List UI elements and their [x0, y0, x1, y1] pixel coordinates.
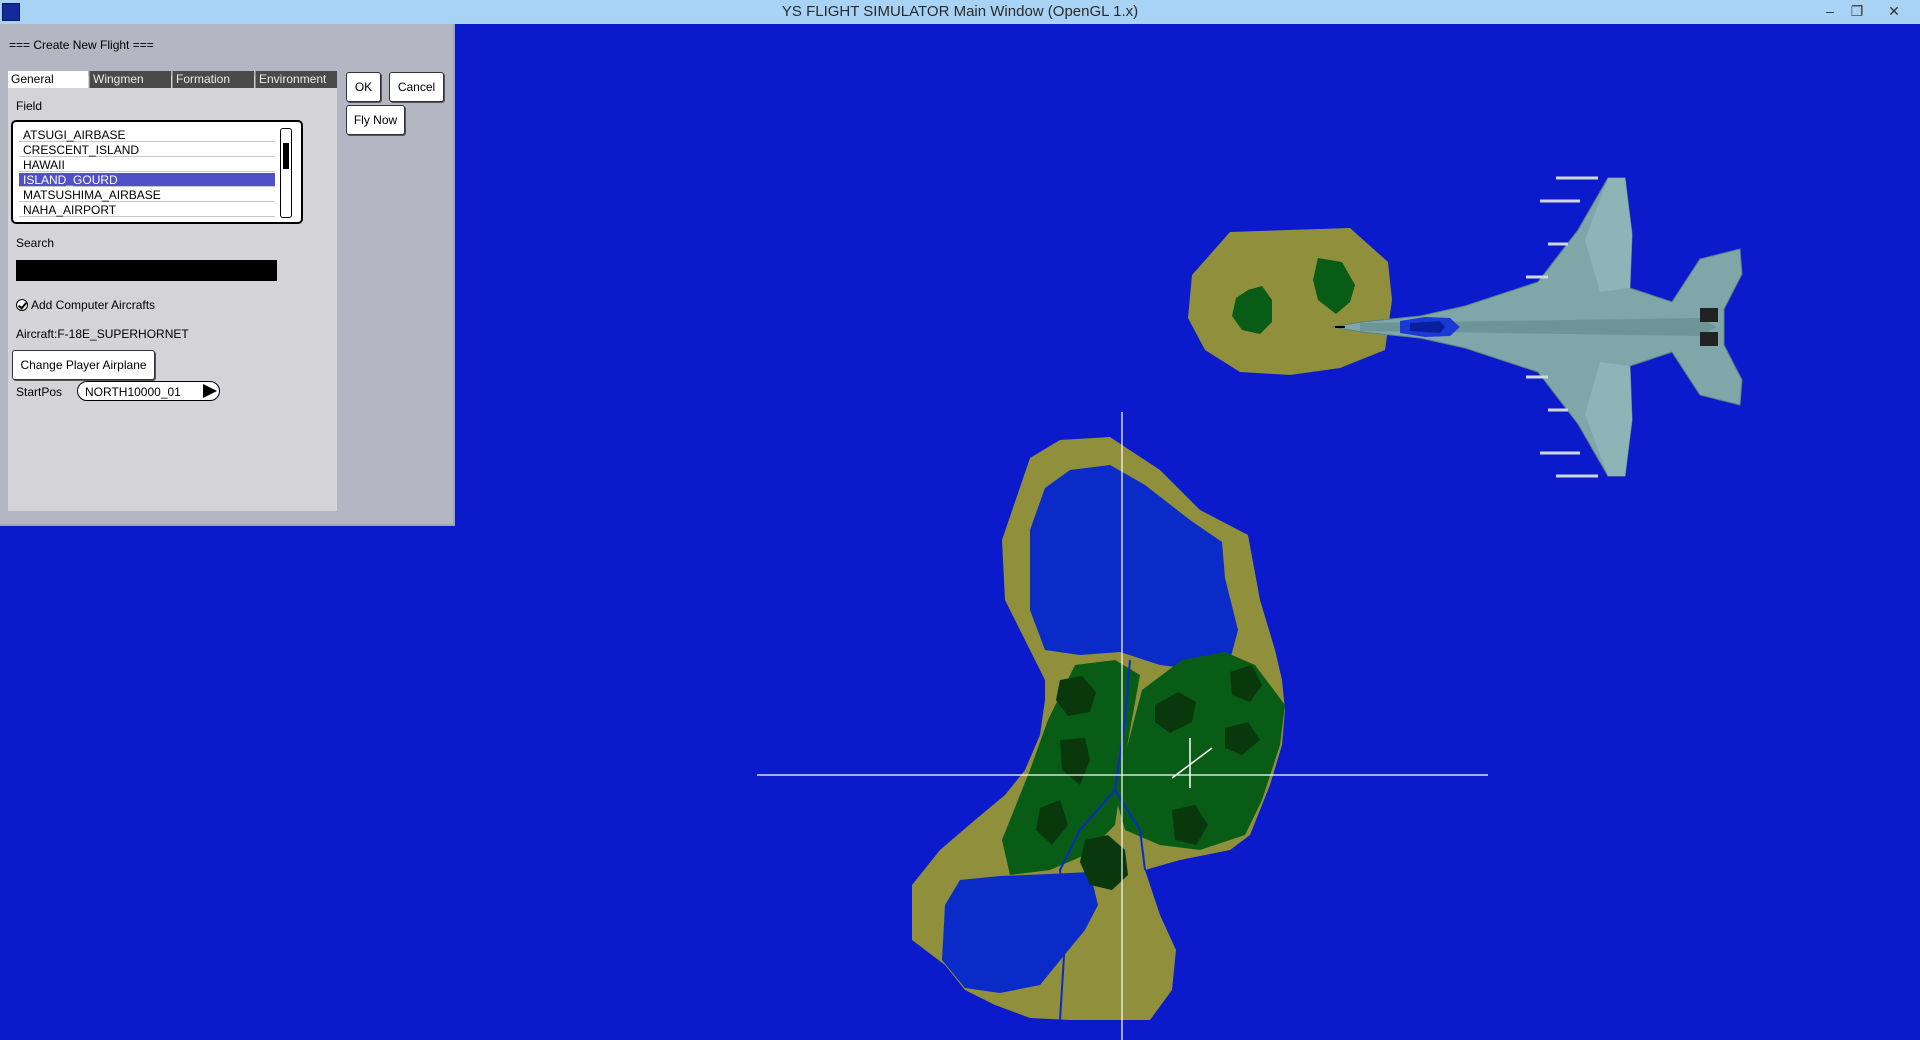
tab-formation[interactable]: Formation — [172, 71, 254, 88]
add-computer-aircrafts-label[interactable]: Add Computer Aircrafts — [31, 298, 155, 312]
tab-general[interactable]: General — [8, 71, 88, 88]
fly-now-button[interactable]: Fly Now — [346, 105, 405, 135]
field-label: Field — [16, 99, 43, 113]
restore-icon[interactable]: ❐ — [1846, 1, 1868, 21]
tab-environment[interactable]: Environment — [255, 71, 337, 88]
search-label: Search — [16, 236, 55, 250]
window-titlebar: YS FLIGHT SIMULATOR Main Window (OpenGL … — [0, 0, 1920, 24]
aircraft-text: Aircraft:F-18E_SUPERHORNET — [16, 327, 189, 341]
minimize-icon[interactable]: – — [1819, 1, 1841, 21]
search-input[interactable] — [16, 260, 277, 281]
list-item[interactable]: ATSUGI_AIRBASE — [19, 128, 275, 142]
close-icon[interactable]: ✕ — [1883, 1, 1905, 21]
list-item[interactable]: HAWAII — [19, 158, 275, 172]
startpos-selector[interactable]: NORTH10000_01 — [77, 381, 220, 401]
ok-button[interactable]: OK — [346, 72, 381, 102]
list-item-selected[interactable]: ISLAND_GOURD — [19, 173, 275, 187]
list-item[interactable]: CRESCENT_ISLAND — [19, 143, 275, 157]
list-scrollbar[interactable] — [280, 128, 292, 218]
dialog-title: === Create New Flight === — [9, 38, 154, 52]
next-arrow-icon[interactable] — [203, 384, 217, 398]
change-player-airplane-button[interactable]: Change Player Airplane — [12, 350, 155, 380]
checkbox-checked-icon[interactable] — [16, 299, 28, 311]
list-item[interactable]: MATSUSHIMA_AIRBASE — [19, 188, 275, 202]
field-listbox[interactable]: ATSUGI_AIRBASE CRESCENT_ISLAND HAWAII IS… — [11, 120, 303, 224]
cancel-button[interactable]: Cancel — [389, 72, 444, 102]
list-item[interactable]: NAHA_AIRPORT — [19, 203, 275, 217]
scrollbar-thumb[interactable] — [283, 143, 289, 169]
startpos-value: NORTH10000_01 — [85, 385, 181, 399]
small-island — [1188, 228, 1392, 375]
create-flight-dialog: === Create New Flight === General Wingme… — [0, 24, 455, 526]
window-title: YS FLIGHT SIMULATOR Main Window (OpenGL … — [781, 3, 1139, 20]
startpos-label: StartPos — [16, 385, 63, 399]
tab-wingmen[interactable]: Wingmen — [89, 71, 171, 88]
